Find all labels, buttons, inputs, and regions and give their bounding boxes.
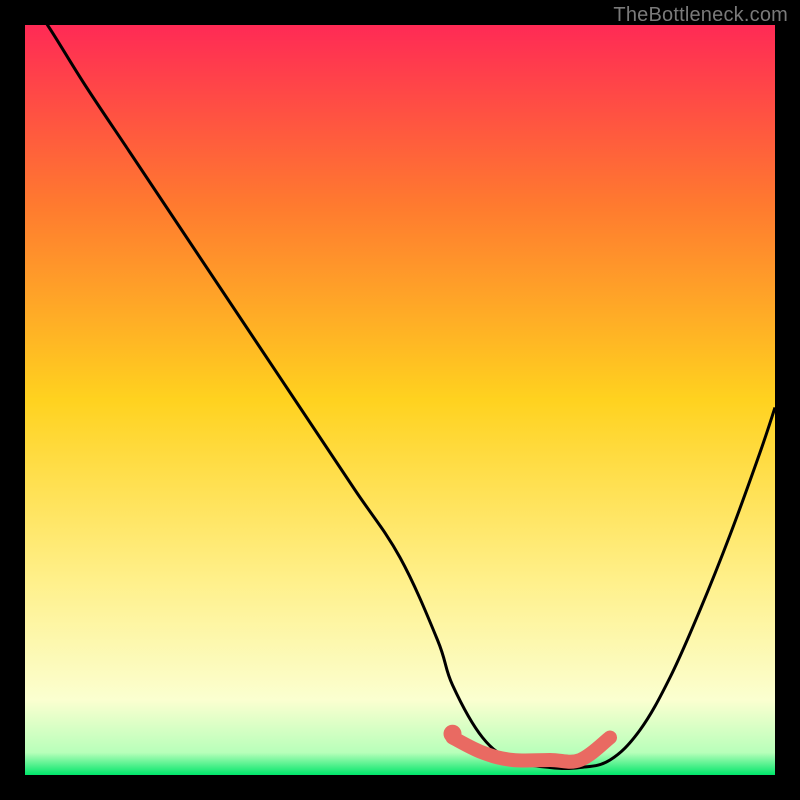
watermark-text: TheBottleneck.com bbox=[613, 4, 788, 27]
highlight-dot bbox=[444, 725, 462, 743]
chart-stage: TheBottleneck.com bbox=[0, 0, 800, 800]
chart-svg bbox=[25, 25, 775, 775]
plot-area bbox=[25, 25, 775, 775]
gradient-background bbox=[25, 25, 775, 775]
